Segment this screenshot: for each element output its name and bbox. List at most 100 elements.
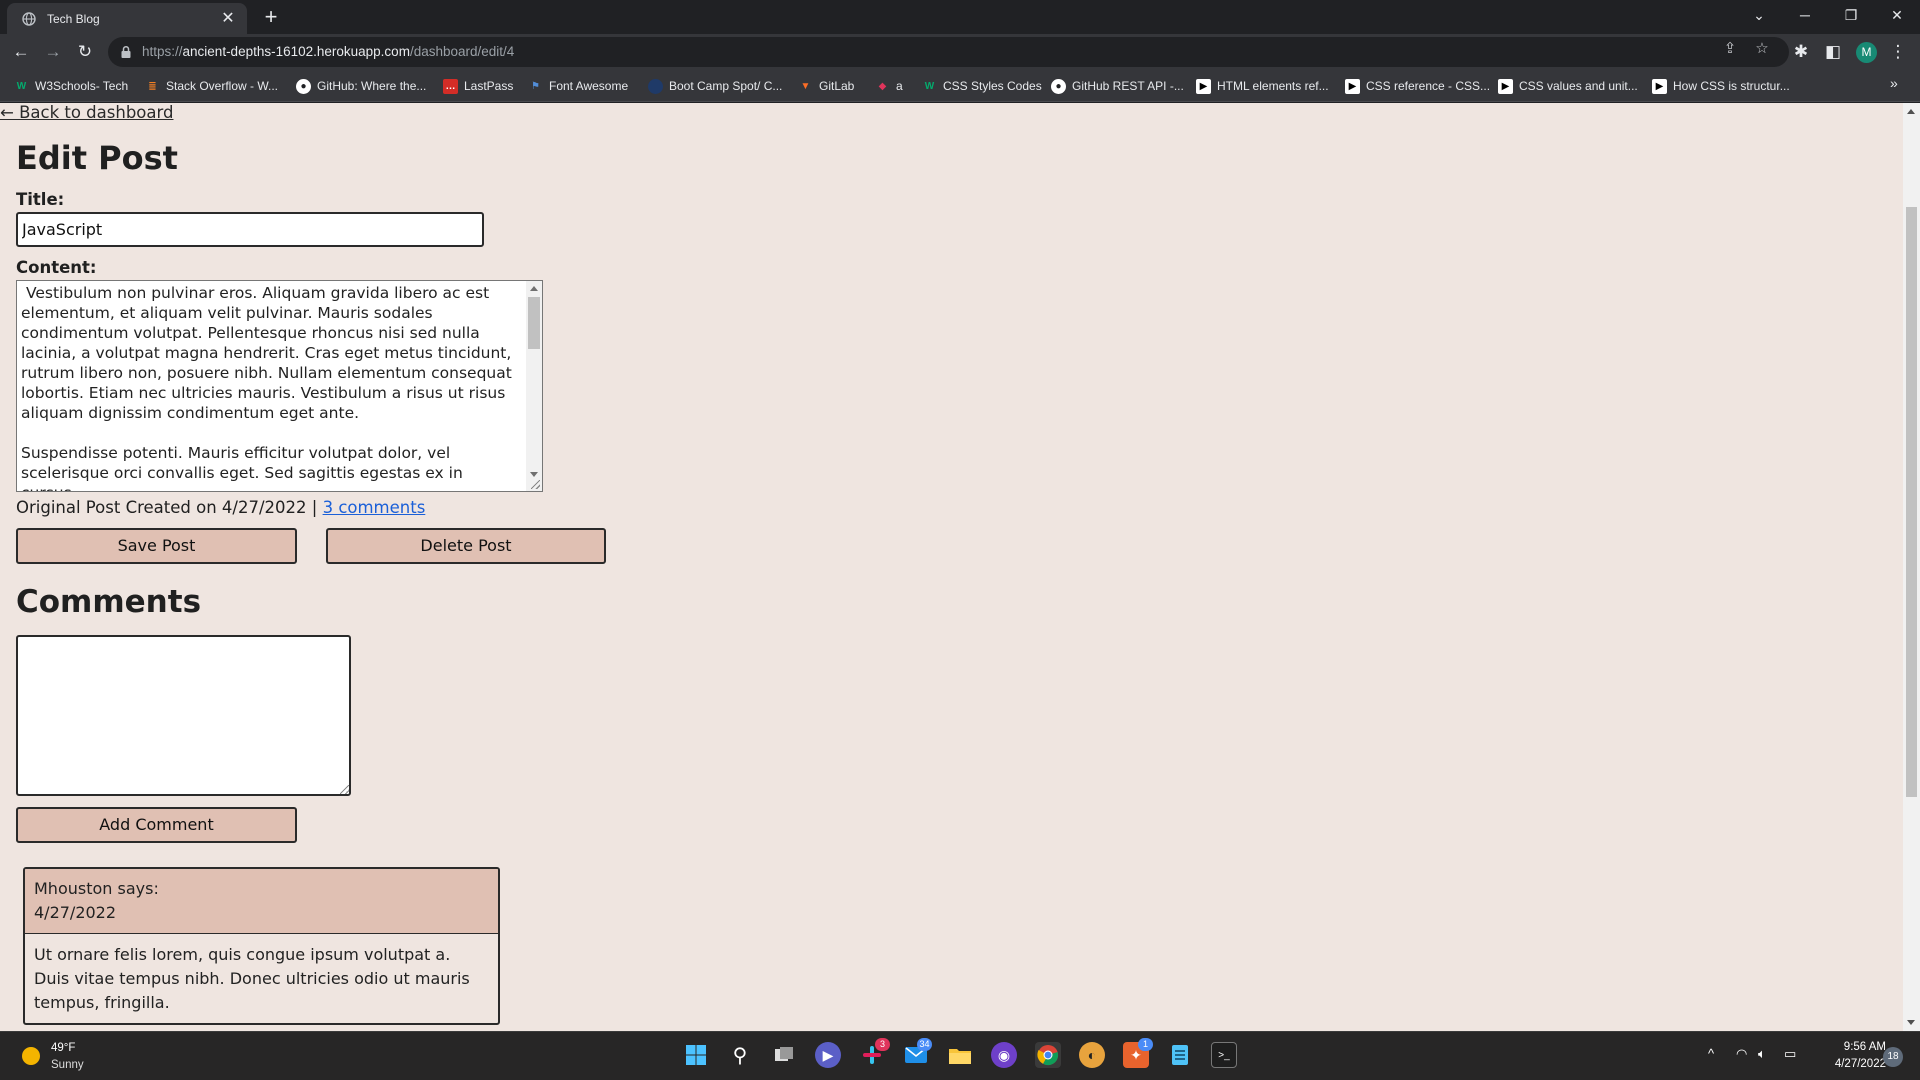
- browser-app-icon[interactable]: ◐: [1079, 1042, 1105, 1068]
- delete-post-button[interactable]: Delete Post: [326, 528, 606, 564]
- lock-icon: [121, 45, 131, 58]
- bookmark-icon: ◆: [878, 80, 887, 92]
- resize-grip-icon[interactable]: [340, 785, 349, 794]
- bookmark-item[interactable]: ▶ CSS values and unit...: [1498, 77, 1638, 95]
- bookmark-item[interactable]: W CSS Styles Codes: [922, 77, 1042, 95]
- textarea-scrollbar[interactable]: [526, 281, 542, 491]
- gitlab-icon: ▼: [800, 80, 811, 92]
- search-icon[interactable]: ⚲: [727, 1042, 753, 1068]
- page-title: Edit Post: [16, 139, 178, 177]
- flag-icon: ⚑: [531, 80, 540, 92]
- task-view-icon[interactable]: [771, 1042, 797, 1068]
- battery-icon[interactable]: ▭: [1784, 1046, 1796, 1062]
- back-arrow-icon[interactable]: ←: [9, 40, 33, 64]
- bookmark-item[interactable]: ▼ GitLab: [798, 77, 855, 95]
- address-bar[interactable]: https://ancient-depths-16102.herokuapp.c…: [108, 37, 1789, 67]
- post-meta: Original Post Created on 4/27/2022 | 3 c…: [16, 498, 425, 517]
- bookmark-item[interactable]: ⚑ Font Awesome: [528, 77, 628, 95]
- content-label: Content:: [16, 258, 97, 277]
- github-icon: ●: [296, 78, 311, 94]
- forward-arrow-icon[interactable]: →: [41, 40, 65, 64]
- comments-heading: Comments: [16, 584, 202, 620]
- terminal-icon[interactable]: >_: [1211, 1042, 1237, 1068]
- clock-date[interactable]: 4/27/2022: [1814, 1058, 1886, 1070]
- restore-button[interactable]: ❐: [1828, 0, 1874, 30]
- bookmark-item[interactable]: ≣ Stack Overflow - W...: [145, 77, 278, 95]
- reload-icon[interactable]: ↻: [73, 40, 97, 64]
- mdn-icon: ▶: [1345, 78, 1360, 94]
- comment-input[interactable]: [16, 635, 351, 796]
- tab-strip: Tech Blog ✕ + ⌄ ─ ❐ ✕: [0, 0, 1920, 34]
- close-window-button[interactable]: ✕: [1874, 0, 1920, 30]
- mail-badge: 34: [917, 1038, 932, 1051]
- volume-icon[interactable]: 🔈︎: [1758, 1046, 1766, 1062]
- bookmark-item[interactable]: ▶ How CSS is structur...: [1652, 77, 1790, 95]
- w3schools-icon: W: [924, 80, 935, 92]
- side-panel-icon[interactable]: ◧: [1821, 40, 1845, 64]
- globe-icon: [21, 11, 37, 27]
- profile-avatar[interactable]: M: [1856, 42, 1877, 63]
- comment-card: Mhouston says: 4/27/2022 Ut ornare felis…: [23, 867, 500, 1025]
- menu-icon[interactable]: ⋮: [1886, 40, 1910, 64]
- lastpass-icon: …: [443, 78, 458, 94]
- share-icon[interactable]: ⇪: [1719, 39, 1741, 59]
- comments-count-link[interactable]: 3 comments: [323, 498, 426, 517]
- bookmarks-bar: W W3Schools- Tech ≣ Stack Overflow - W... …: [0, 71, 1920, 102]
- page-content: ← Back to dashboard Edit Post Title: Con…: [0, 103, 1903, 1031]
- chevron-up-icon[interactable]: ^: [1708, 1046, 1714, 1061]
- tab-title: Tech Blog: [47, 11, 100, 26]
- resize-grip-icon[interactable]: [531, 480, 540, 489]
- app-badge: 1: [1138, 1038, 1153, 1051]
- clock-time[interactable]: 9:56 AM: [1826, 1041, 1886, 1053]
- mdn-icon: ▶: [1498, 78, 1513, 94]
- bookmark-item[interactable]: ● GitHub REST API -...: [1051, 77, 1184, 95]
- bookmark-item[interactable]: ● GitHub: Where the...: [296, 77, 426, 95]
- created-date-text: Original Post Created on 4/27/2022 |: [16, 498, 323, 517]
- stackoverflow-icon: ≣: [148, 80, 157, 92]
- bootcamp-icon: [648, 78, 663, 94]
- bookmark-item[interactable]: Boot Camp Spot/ C...: [648, 77, 782, 95]
- add-comment-button[interactable]: Add Comment: [16, 807, 297, 843]
- extensions-icon[interactable]: ✱: [1789, 40, 1813, 64]
- bookmark-item[interactable]: W W3Schools- Tech: [14, 77, 128, 95]
- chat-icon[interactable]: ▶: [815, 1042, 841, 1068]
- weather-condition[interactable]: Sunny: [51, 1059, 84, 1071]
- minimize-button[interactable]: ─: [1782, 0, 1828, 30]
- bookmark-item[interactable]: … LastPass: [443, 77, 513, 95]
- windows-start-icon[interactable]: [683, 1042, 709, 1068]
- url-text: https://ancient-depths-16102.herokuapp.c…: [142, 44, 515, 59]
- browser-toolbar: ← → ↻ https://ancient-depths-16102.herok…: [0, 34, 1920, 71]
- chrome-icon[interactable]: [1035, 1042, 1061, 1068]
- github-desktop-icon[interactable]: ◉: [991, 1042, 1017, 1068]
- page-scrollbar[interactable]: [1903, 103, 1920, 1031]
- post-content-field: Vestibulum non pulvinar eros. Aliquam gr…: [16, 280, 543, 492]
- wifi-icon[interactable]: ◠: [1736, 1046, 1747, 1062]
- mdn-icon: ▶: [1196, 78, 1211, 94]
- comment-author: Mhouston says:: [34, 879, 159, 898]
- mdn-icon: ▶: [1652, 78, 1667, 94]
- more-bookmarks-icon[interactable]: »: [1890, 75, 1898, 91]
- browser-tab[interactable]: Tech Blog ✕: [7, 3, 247, 34]
- post-title-input[interactable]: [16, 212, 484, 247]
- weather-temperature[interactable]: 49°F: [51, 1042, 75, 1054]
- taskbar: 49°F Sunny ⚲ ▶ 3 34 ◉ ◐ ✦ 1 >_ ^ ◠ 🔈︎ ▭ …: [0, 1031, 1920, 1080]
- bookmark-item[interactable]: ▶ CSS reference - CSS...: [1345, 77, 1490, 95]
- bookmark-item[interactable]: ◆ a: [875, 77, 903, 95]
- title-label: Title:: [16, 190, 65, 209]
- save-post-button[interactable]: Save Post: [16, 528, 297, 564]
- bookmark-item[interactable]: ▶ HTML elements ref...: [1196, 77, 1329, 95]
- star-icon[interactable]: ☆: [1751, 39, 1773, 59]
- sun-icon[interactable]: [22, 1047, 40, 1065]
- file-explorer-icon[interactable]: [947, 1042, 973, 1068]
- close-tab-icon[interactable]: ✕: [219, 10, 237, 28]
- post-content-textarea[interactable]: Vestibulum non pulvinar eros. Aliquam gr…: [17, 281, 526, 491]
- comment-date: 4/27/2022: [34, 903, 117, 922]
- notification-badge[interactable]: 18: [1883, 1047, 1903, 1067]
- tab-search-icon[interactable]: ⌄: [1736, 0, 1782, 30]
- slack-badge: 3: [875, 1038, 890, 1051]
- back-to-dashboard-link[interactable]: ← Back to dashboard: [0, 103, 173, 122]
- notepad-icon[interactable]: [1167, 1042, 1193, 1068]
- w3schools-icon: W: [16, 80, 27, 92]
- new-tab-button[interactable]: +: [258, 4, 284, 30]
- comment-header: Mhouston says: 4/27/2022: [25, 869, 498, 934]
